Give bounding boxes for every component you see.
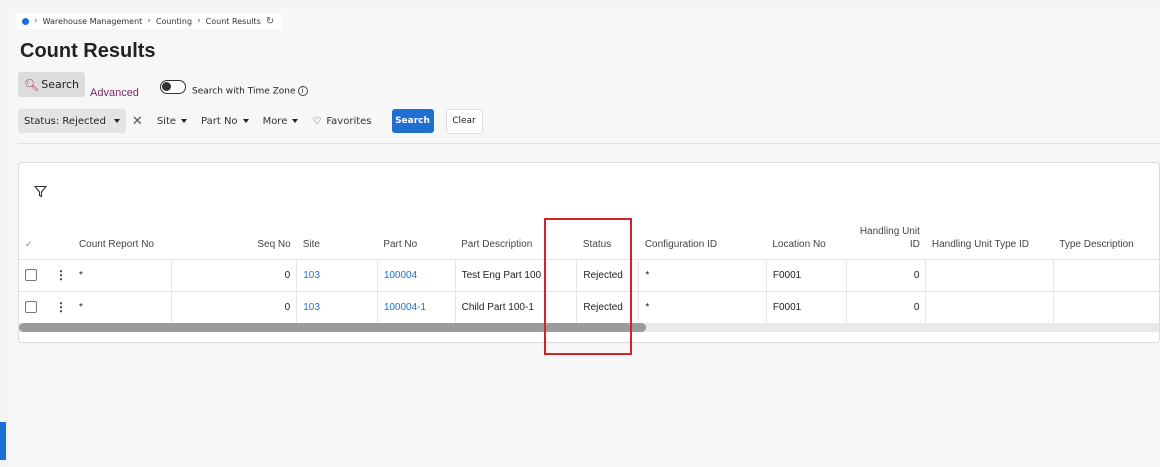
cell-part-no-link[interactable]: 100004-1: [376, 290, 456, 323]
cell-site-link[interactable]: 103: [296, 258, 378, 291]
col-configuration-id[interactable]: Configuration ID: [639, 219, 767, 259]
col-seq-no[interactable]: Seq No: [171, 219, 296, 259]
row-checkbox[interactable]: [19, 258, 49, 291]
part-no-filter[interactable]: Part No: [201, 116, 249, 127]
home-dot-icon[interactable]: [22, 17, 29, 25]
heart-icon: ♡: [312, 115, 322, 127]
more-filter[interactable]: More: [263, 116, 299, 127]
cell-location-no: F0001: [765, 258, 847, 291]
cell-seq-no: 0: [170, 290, 297, 323]
row-menu[interactable]: ⋮: [48, 258, 73, 291]
caret-down-icon: [181, 119, 188, 123]
search-button[interactable]: Search: [391, 109, 434, 133]
site-filter-label: Site: [156, 115, 177, 127]
advanced-tab[interactable]: Advanced: [90, 87, 139, 99]
breadcrumb-warehouse-management[interactable]: Warehouse Management: [43, 17, 143, 26]
actions-header: [49, 219, 73, 259]
cell-count-report-no: *: [72, 290, 172, 323]
status-column-highlight: [544, 218, 632, 355]
col-part-no[interactable]: Part No: [377, 219, 455, 259]
caret-down-icon: [242, 119, 249, 123]
cell-configuration-id: *: [638, 290, 767, 323]
row-menu[interactable]: ⋮: [48, 290, 73, 323]
page-title: Count Results: [20, 40, 156, 62]
cell-seq-no: 0: [170, 258, 297, 291]
close-icon[interactable]: ✕: [132, 114, 143, 129]
col-handling-unit-type-id[interactable]: Handling Unit Type ID: [926, 219, 1053, 259]
col-site[interactable]: Site: [297, 219, 378, 259]
favorites-label: Favorites: [326, 115, 372, 127]
filter-icon[interactable]: [33, 185, 48, 202]
cell-location-no: F0001: [765, 290, 847, 323]
search-tab[interactable]: 🔍︎ Search: [18, 72, 85, 97]
select-all-header[interactable]: ✓: [19, 219, 49, 259]
site-filter[interactable]: Site: [156, 115, 188, 127]
caret-down-icon: [113, 119, 120, 123]
cell-site-link[interactable]: 103: [296, 290, 378, 323]
filter-bar: Status: Rejected ✕ Site Part No More ♡ F…: [18, 108, 483, 134]
search-icon: 🔍︎: [23, 77, 40, 92]
breadcrumb-counting[interactable]: Counting: [156, 17, 192, 26]
status-filter-label: Status: Rejected: [24, 115, 106, 127]
cell-configuration-id: *: [638, 258, 767, 291]
cell-handling-unit-id: 0: [845, 258, 926, 291]
more-filter-label: More: [262, 115, 288, 127]
more-vertical-icon[interactable]: ⋮: [55, 268, 67, 282]
cell-handling-unit-type-id: [925, 258, 1054, 291]
part-no-filter-label: Part No: [201, 115, 238, 127]
cell-type-description: [1052, 258, 1159, 291]
chevron-right-icon: ›: [34, 16, 38, 26]
cell-part-no-link[interactable]: 100004: [376, 258, 456, 291]
clear-button[interactable]: Clear: [445, 108, 483, 134]
cell-handling-unit-type-id: [925, 290, 1054, 323]
checkbox[interactable]: [25, 269, 37, 281]
col-type-description[interactable]: Type Description: [1053, 219, 1159, 259]
favorites-filter[interactable]: ♡ Favorites: [312, 116, 371, 127]
refresh-icon[interactable]: ↻: [266, 16, 274, 27]
col-count-report-no[interactable]: Count Report No: [73, 219, 172, 259]
timezone-toggle-label: Search with Time Zone i: [192, 86, 308, 97]
left-accent-bar: [0, 422, 6, 460]
divider: [18, 143, 1160, 144]
more-vertical-icon[interactable]: ⋮: [55, 300, 67, 314]
checkbox[interactable]: [25, 301, 37, 314]
row-checkbox[interactable]: [19, 290, 49, 323]
cell-type-description: [1052, 290, 1159, 323]
col-handling-unit-id[interactable]: Handling Unit ID: [846, 219, 926, 259]
chevron-right-icon: ›: [197, 16, 201, 26]
cell-handling-unit-id: 0: [845, 290, 926, 323]
timezone-toggle[interactable]: [160, 80, 186, 94]
chevron-right-icon: ›: [147, 16, 151, 26]
breadcrumb-count-results: Count Results: [205, 16, 261, 26]
status-filter-chip[interactable]: Status: Rejected: [18, 109, 126, 133]
info-icon[interactable]: i: [297, 86, 308, 96]
caret-down-icon: [292, 119, 299, 123]
timezone-label-text: Search with Time Zone: [192, 86, 296, 97]
col-location-no[interactable]: Location No: [766, 219, 846, 259]
breadcrumb: › Warehouse Management › Counting › Coun…: [16, 13, 283, 29]
search-tab-label: Search: [41, 78, 80, 91]
check-icon: ✓: [25, 238, 33, 249]
cell-count-report-no: *: [72, 258, 172, 291]
